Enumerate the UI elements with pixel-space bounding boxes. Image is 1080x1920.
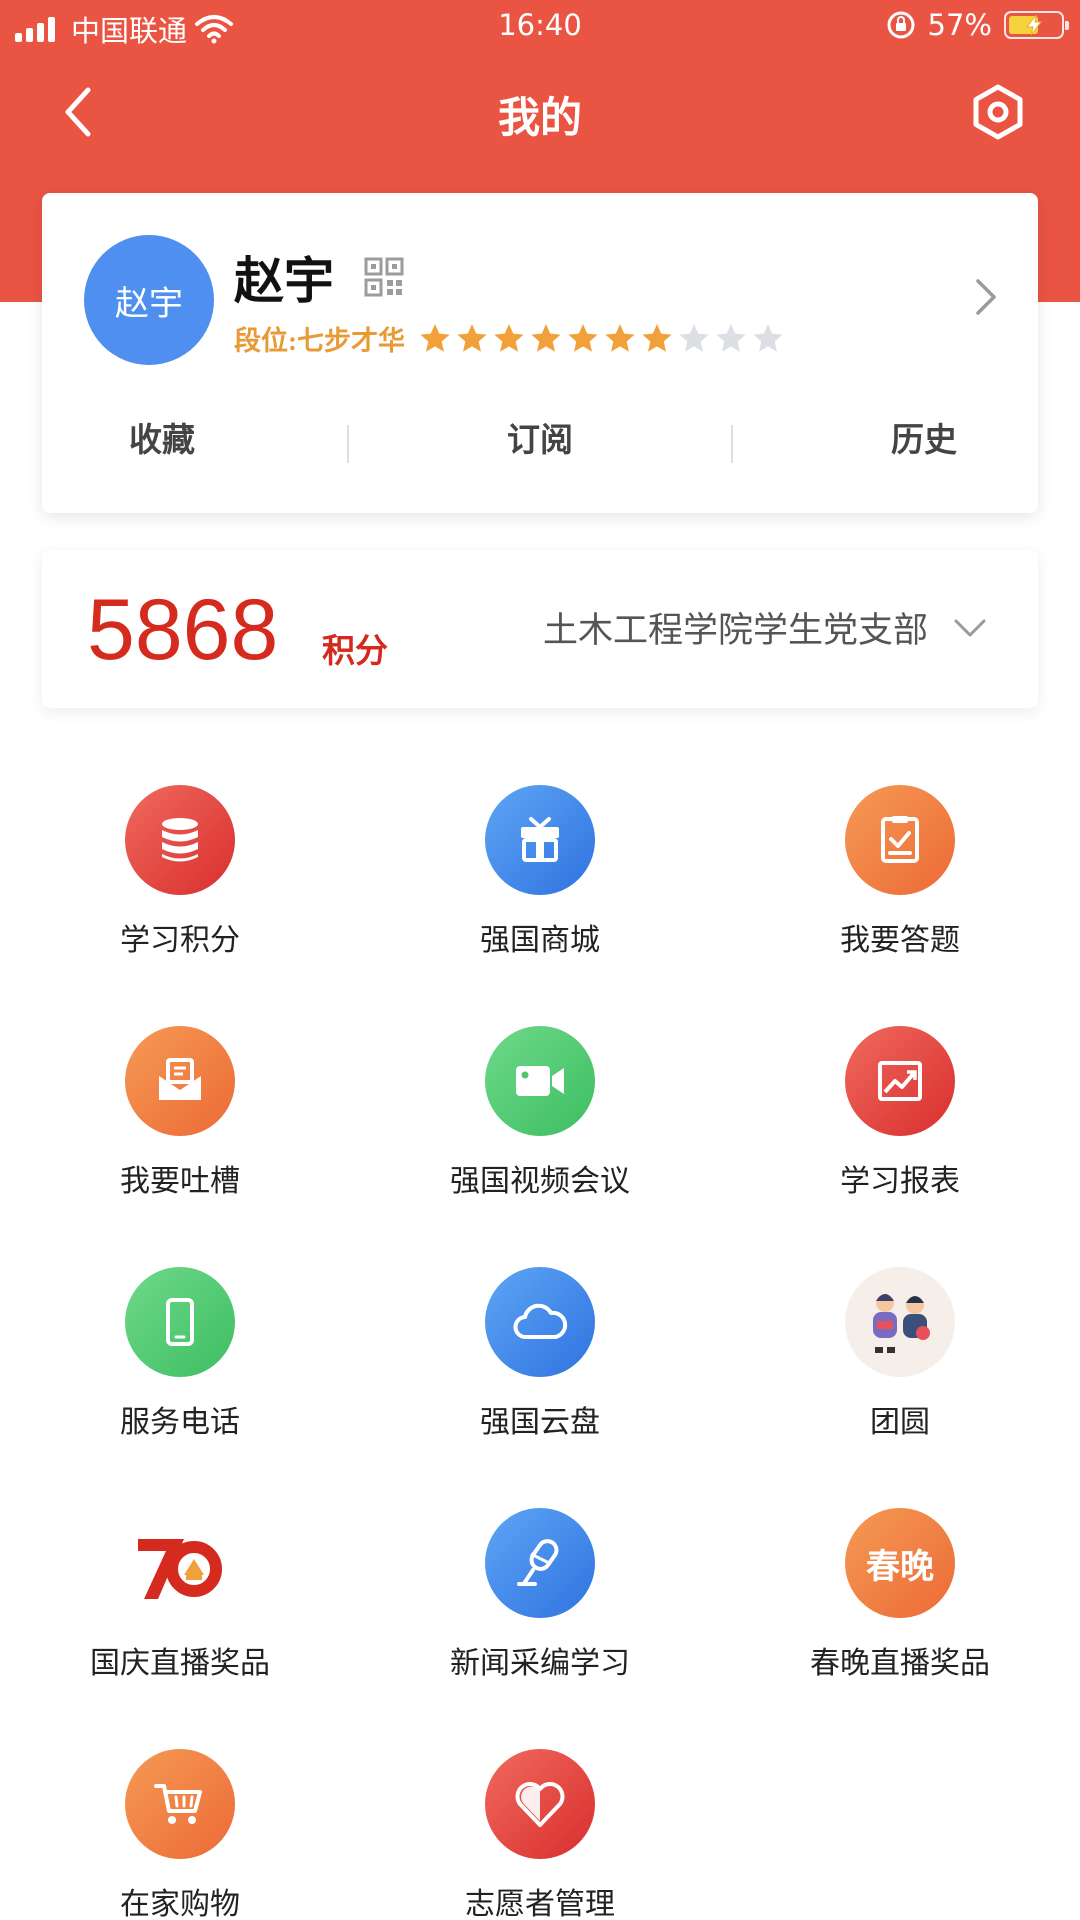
video-camera-icon: [485, 1026, 595, 1136]
menu-item[interactable]: 学习积分: [30, 785, 330, 985]
menu-item[interactable]: 强国云盘: [390, 1267, 690, 1467]
profile-links: 收藏 订阅 历史: [42, 411, 1038, 481]
star-empty-icon: [679, 323, 709, 352]
profile-card: 赵宇 赵宇 段位:七步才华 收藏 订阅 历史: [42, 193, 1038, 513]
menu-item[interactable]: 国庆直播奖品: [30, 1508, 330, 1708]
battery-icon: [1004, 11, 1069, 39]
star-filled-icon: [605, 323, 635, 352]
star-filled-icon: [568, 323, 598, 352]
star-empty-icon: [716, 323, 746, 352]
user-name: 赵宇: [234, 253, 334, 309]
spring-gala-icon: 春晚: [845, 1508, 955, 1618]
menu-item-label: 团圆: [870, 1406, 930, 1439]
star-filled-icon: [531, 323, 561, 352]
battery-percent: 57%: [927, 8, 992, 42]
star-filled-icon: [420, 323, 450, 352]
menu-item[interactable]: 服务电话: [30, 1267, 330, 1467]
menu-item[interactable]: 在家购物: [30, 1749, 330, 1920]
menu-item-label: 新闻采编学习: [450, 1647, 630, 1680]
chevron-down-icon[interactable]: [952, 610, 988, 646]
menu-item-label: 我要吐槽: [120, 1165, 240, 1198]
divider: [347, 425, 349, 463]
menu-item-label: 在家购物: [120, 1888, 240, 1920]
menu-item[interactable]: 新闻采编学习: [390, 1508, 690, 1708]
menu-item[interactable]: 我要答题: [750, 785, 1050, 985]
charging-bolt-icon: [1026, 14, 1043, 36]
microphone-icon: [485, 1508, 595, 1618]
points-unit: 积分: [322, 634, 388, 670]
page-title: 我的: [497, 96, 582, 142]
chevron-right-icon[interactable]: [970, 275, 1000, 319]
party-branch-selector[interactable]: 土木工程学院学生党支部: [543, 602, 928, 653]
settings-hexagon-icon: [973, 84, 1023, 140]
menu-item-label: 学习积分: [120, 924, 240, 957]
history-link[interactable]: 历史: [824, 411, 1024, 471]
rank-label: 段位:七步才华: [234, 326, 405, 356]
menu-item-label: 学习报表: [840, 1165, 960, 1198]
phone-icon: [125, 1267, 235, 1377]
favorites-link[interactable]: 收藏: [62, 411, 262, 471]
menu-item-label: 强国商城: [480, 924, 600, 957]
database-icon: [125, 785, 235, 895]
star-rating: [417, 321, 786, 357]
points-card[interactable]: 5868 积分 土木工程学院学生党支部: [42, 550, 1038, 708]
menu-item[interactable]: 团圆: [750, 1267, 1050, 1467]
gift-icon: [485, 785, 595, 895]
menu-item-label: 强国云盘: [480, 1406, 600, 1439]
menu-item[interactable]: 志愿者管理: [390, 1749, 690, 1920]
clipboard-check-icon: [845, 785, 955, 895]
menu-item-label: 强国视频会议: [450, 1165, 630, 1198]
reunion-illustration-icon: [845, 1267, 955, 1377]
cloud-icon: [485, 1267, 595, 1377]
menu-item[interactable]: 强国商城: [390, 785, 690, 985]
rank-row: 段位:七步才华: [234, 319, 786, 358]
qr-code-icon[interactable]: [364, 257, 404, 297]
seventy-anniversary-logo: [125, 1508, 235, 1618]
star-filled-icon: [457, 323, 487, 352]
menu-item[interactable]: 学习报表: [750, 1026, 1050, 1226]
menu-item-label: 志愿者管理: [465, 1888, 615, 1920]
star-empty-icon: [753, 323, 783, 352]
status-bar: 中国联通 16:40 57%: [0, 0, 1080, 54]
shopping-cart-icon: [125, 1749, 235, 1859]
menu-item-label: 国庆直播奖品: [90, 1647, 270, 1680]
menu-item[interactable]: 强国视频会议: [390, 1026, 690, 1226]
divider: [731, 425, 733, 463]
subscriptions-link[interactable]: 订阅: [440, 411, 640, 471]
spring-gala-badge-text: 春晚: [866, 1548, 934, 1586]
menu-item[interactable]: 春晚 春晚直播奖品: [750, 1508, 1050, 1708]
heart-icon: [485, 1749, 595, 1859]
menu-item-label: 春晚直播奖品: [810, 1647, 990, 1680]
settings-button[interactable]: [968, 82, 1028, 142]
chart-report-icon: [845, 1026, 955, 1136]
menu-item[interactable]: 我要吐槽: [30, 1026, 330, 1226]
star-filled-icon: [642, 323, 672, 352]
mail-open-icon: [125, 1026, 235, 1136]
points-value: 5868: [87, 582, 279, 678]
menu-item-label: 我要答题: [840, 924, 960, 957]
star-filled-icon: [494, 323, 524, 352]
avatar[interactable]: 赵宇: [84, 235, 214, 365]
status-right: 57%: [886, 8, 1069, 42]
rotation-lock-icon: [887, 11, 915, 39]
menu-item-label: 服务电话: [120, 1406, 240, 1439]
